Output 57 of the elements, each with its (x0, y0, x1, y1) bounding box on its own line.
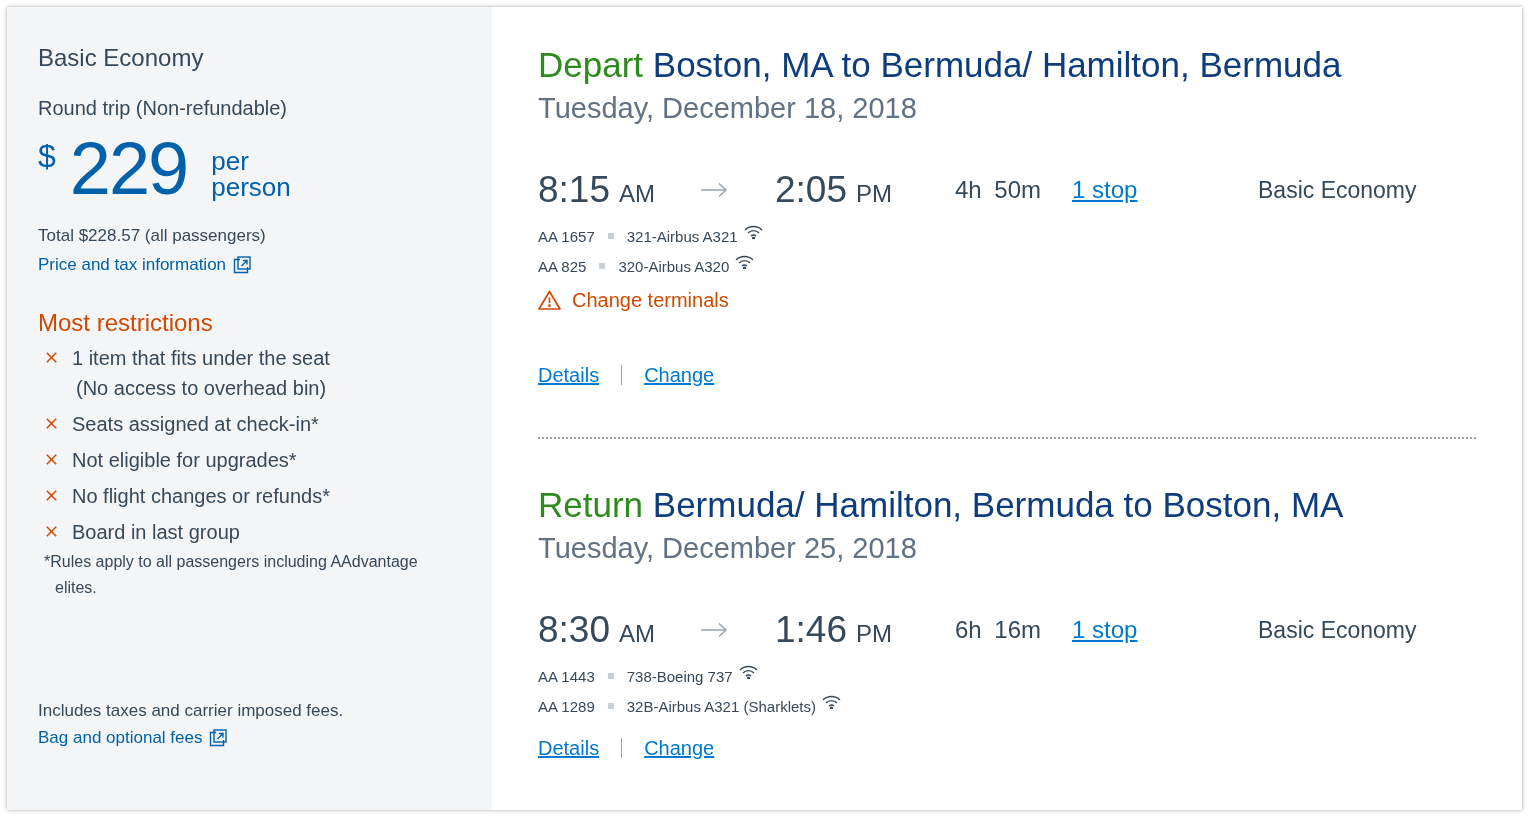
flight-number: AA 825 (538, 257, 587, 275)
aircraft-type: 738-Boeing 737 (626, 667, 733, 685)
bullet-icon (607, 673, 614, 679)
price-unit: per person (211, 148, 291, 200)
restriction-text: Not eligible for upgrades* (72, 448, 297, 473)
flight-link[interactable]: Details (538, 736, 600, 760)
arrival-time: 1:46 PM (775, 609, 892, 651)
price-amount: $ 229 (38, 132, 188, 206)
flight-duration: 4h 50m (955, 176, 1042, 204)
aircraft-type: 320-Airbus A320 (618, 257, 730, 275)
flight-link[interactable]: Change (644, 736, 715, 760)
departure-time: 8:15 AM (538, 169, 655, 211)
restriction-text: 1 item that fits under the seat (72, 346, 330, 371)
flight-number: AA 1657 (538, 227, 595, 245)
bullet-icon (607, 233, 614, 239)
restrictions-footnote: *Rules apply to all passengers including AAdvantage elites. (44, 552, 419, 598)
cross-icon (46, 454, 57, 465)
slice-heading: Depart Boston, MA to Bermuda/ Hamilton, Bermuda (538, 44, 1342, 86)
cross-icon (46, 526, 57, 537)
stops-link[interactable]: 1 stop (1072, 176, 1138, 204)
restriction-note: (No access to overhead bin) (75, 376, 328, 401)
cross-icon (46, 490, 57, 501)
external-link-icon (233, 256, 252, 274)
flight-number: AA 1443 (538, 667, 595, 685)
bullet-icon (599, 263, 606, 269)
cabin-class: Basic Economy (1258, 616, 1417, 644)
bullet-icon (607, 703, 614, 709)
total-price: Total $228.57 (all passengers) (38, 225, 267, 247)
external-link-icon (209, 729, 228, 747)
bag-fees-link[interactable]: Bag and optional fees (38, 726, 228, 750)
slice-date: Tuesday, December 18, 2018 (538, 91, 917, 126)
restrictions-title: Most restrictions (38, 308, 214, 338)
flight-number: AA 1289 (538, 697, 595, 715)
aircraft-type: 321-Airbus A321 (626, 227, 738, 245)
warning-icon (538, 290, 561, 310)
arrow-right-icon (700, 622, 728, 638)
stops-link[interactable]: 1 stop (1072, 616, 1138, 644)
arrival-time: 2:05 PM (775, 169, 892, 211)
alert-text: Change terminals (572, 288, 729, 312)
flight-link[interactable]: Change (644, 363, 715, 387)
fare-title: Basic Economy (38, 43, 205, 73)
cross-icon (46, 352, 57, 363)
slice-date: Tuesday, December 25, 2018 (538, 531, 917, 566)
restriction-text: Seats assigned at check-in* (72, 412, 319, 437)
fees-note: Includes taxes and carrier imposed fees. (38, 700, 345, 722)
departure-time: 8:30 AM (538, 609, 655, 651)
trip-type: Round trip (Non-refundable) (38, 96, 289, 121)
cross-icon (46, 418, 57, 429)
slice-heading: Return Bermuda/ Hamilton, Bermuda to Boston, MA (538, 484, 1344, 526)
aircraft-type: 32B-Airbus A321 (Sharklets) (626, 697, 816, 715)
price-info-link[interactable]: Price and tax information (38, 253, 252, 277)
arrow-right-icon (700, 182, 728, 198)
cabin-class: Basic Economy (1258, 176, 1417, 204)
restriction-text: Board in last group (72, 520, 240, 545)
flight-duration: 6h 16m (955, 616, 1042, 644)
flight-link[interactable]: Details (538, 363, 600, 387)
restriction-text: No flight changes or refunds* (72, 484, 330, 509)
